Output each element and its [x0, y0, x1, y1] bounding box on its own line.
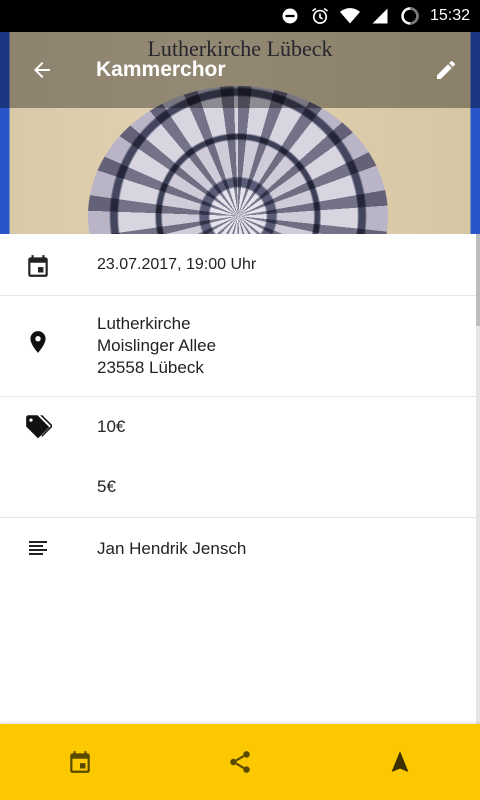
event-address: Lutherkirche Moislinger Allee 23558 Lübe… [97, 313, 216, 379]
scrollbar-thumb[interactable] [476, 234, 480, 326]
person-row: Jan Hendrik Jensch [0, 518, 476, 578]
address-line-1: Lutherkirche [97, 314, 191, 333]
price-reduced: 5€ [97, 477, 116, 496]
alarm-icon [310, 6, 330, 26]
address-line-3: 23558 Lübeck [97, 358, 204, 377]
price-tags-icon [24, 412, 52, 440]
calendar-icon [70, 751, 90, 773]
signal-icon [370, 6, 390, 26]
conductor-name: Jan Hendrik Jensch [97, 539, 247, 558]
share-button[interactable] [216, 738, 264, 786]
address-line-2: Moislinger Allee [97, 336, 217, 355]
location-row[interactable]: Lutherkirche Moislinger Allee 23558 Lübe… [0, 296, 476, 397]
date-row[interactable]: 23.07.2017, 19:00 Uhr [0, 234, 476, 296]
add-to-calendar-button[interactable] [56, 738, 104, 786]
event-date: 23.07.2017, 19:00 Uhr [97, 256, 257, 273]
back-button[interactable] [22, 50, 62, 90]
location-pin-icon [24, 328, 52, 356]
header-plate-image [88, 86, 388, 234]
wifi-icon [339, 6, 360, 26]
status-time: 15:32 [429, 7, 470, 24]
battery-icon [400, 6, 420, 26]
app-bar: Kammerchor [0, 32, 480, 108]
status-bar: 15:32 [0, 0, 480, 32]
bottom-action-bar [0, 724, 480, 800]
navigation-icon [391, 751, 409, 772]
price-regular: 10€ [97, 417, 126, 436]
notes-icon [24, 535, 52, 563]
share-icon [230, 751, 250, 773]
price-row: 10€ 5€ [0, 397, 476, 518]
screen: 15:32 Lutherkirche Lübeck Kammerchor 23.… [0, 0, 480, 800]
edit-icon [437, 60, 456, 79]
page-title: Kammerchor [96, 58, 226, 81]
do-not-disturb-icon [280, 6, 300, 26]
arrow-back-icon [34, 62, 50, 78]
navigate-button[interactable] [376, 738, 424, 786]
calendar-icon [24, 252, 52, 280]
edit-button[interactable] [426, 50, 466, 90]
event-details: 23.07.2017, 19:00 Uhr Lutherkirche Moisl… [0, 234, 476, 724]
